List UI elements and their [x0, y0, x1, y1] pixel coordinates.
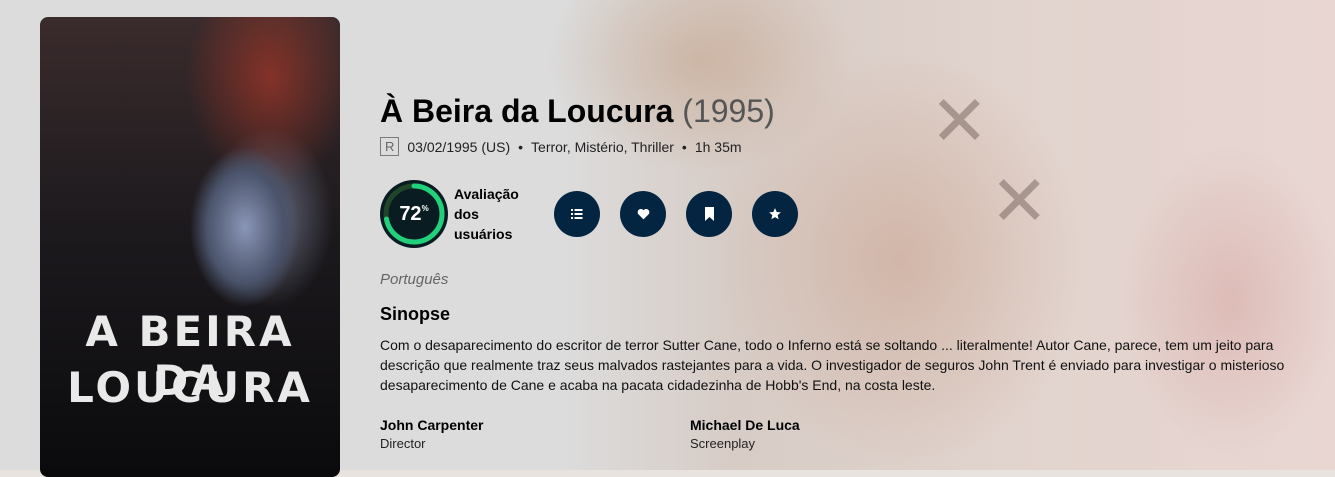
score-unit: %: [421, 203, 429, 213]
overview-heading: Sinopse: [380, 304, 451, 324]
actions-bar: 72% Avaliação dos usuários: [380, 180, 798, 248]
favorite-button[interactable]: [620, 191, 666, 237]
crew-list: John Carpenter Director Michael De Luca …: [380, 417, 1000, 451]
crew-role: Screenplay: [690, 436, 756, 451]
score-label-line2: dos: [454, 206, 479, 222]
score-label-line1: Avaliação: [454, 186, 519, 202]
backdrop-detail: ✕: [930, 82, 989, 160]
crew-role: Director: [380, 436, 426, 451]
watchlist-button[interactable]: [686, 191, 732, 237]
release-date: 03/02/1995 (US): [407, 138, 511, 155]
crew-name[interactable]: John Carpenter: [380, 417, 690, 433]
movie-poster[interactable]: A BEIRA DA LOUCURA: [40, 17, 340, 477]
score-label-line3: usuários: [454, 226, 513, 242]
rate-button[interactable]: [752, 191, 798, 237]
movie-year: (1995): [682, 93, 775, 129]
page-title: À Beira da Loucura (1995): [380, 93, 775, 130]
score-label: Avaliação dos usuários: [454, 184, 534, 244]
crew-item: John Carpenter Director: [380, 417, 690, 451]
score-value: 72%: [399, 203, 428, 226]
user-score-chart[interactable]: 72%: [380, 180, 448, 248]
crew-name[interactable]: Michael De Luca: [690, 417, 1000, 433]
crew-item: Michael De Luca Screenplay: [690, 417, 1000, 451]
backdrop-detail: ✕: [990, 162, 1049, 240]
original-language: Português: [380, 271, 449, 288]
add-to-list-button[interactable]: [554, 191, 600, 237]
poster-figure: [190, 147, 300, 307]
separator-dot: •: [518, 138, 524, 155]
heart-icon: [637, 208, 649, 220]
star-icon: [769, 208, 781, 220]
genres: Terror, Mistério, Thriller: [531, 138, 674, 155]
runtime: 1h 35m: [694, 138, 742, 155]
certification-badge: R: [380, 137, 400, 156]
separator-dot: •: [681, 138, 687, 155]
score-number: 72: [399, 202, 422, 225]
poster-title-line2: LOUCURA: [67, 363, 313, 412]
movie-title[interactable]: À Beira da Loucura: [380, 93, 673, 129]
bookmark-icon: [704, 207, 714, 221]
list-icon: [571, 209, 583, 219]
overview-text: Com o desaparecimento do escritor de ter…: [380, 337, 1285, 393]
movie-facts: R 03/02/1995 (US) • Terror, Mistério, Th…: [380, 137, 742, 156]
